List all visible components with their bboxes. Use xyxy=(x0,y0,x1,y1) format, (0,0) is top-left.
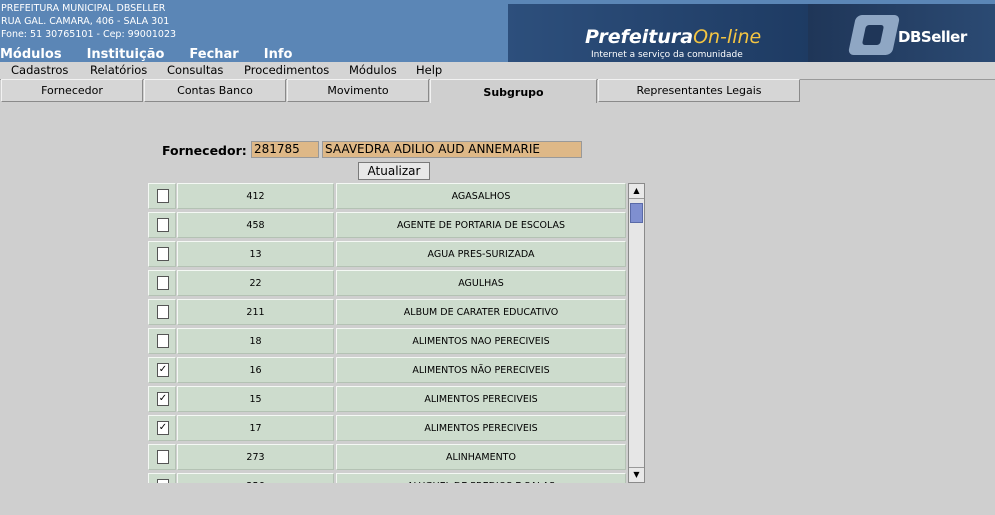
menu-modulos[interactable]: Módulos xyxy=(349,63,397,77)
menu-help[interactable]: Help xyxy=(416,63,442,77)
row-code: 256 xyxy=(177,473,334,483)
row-description: ALBUM DE CARATER EDUCATIVO xyxy=(336,299,626,325)
org-name: PREFEITURA MUNICIPAL DBSELLER xyxy=(1,3,166,14)
scroll-down-arrow-icon[interactable]: ▼ xyxy=(629,467,644,482)
top-menu-modulos[interactable]: Módulos xyxy=(0,47,62,62)
atualizar-button[interactable]: Atualizar xyxy=(358,162,430,180)
fornecedor-name-field[interactable]: SAAVEDRA ADILIO AUD ANNEMARIE xyxy=(322,141,582,158)
organization-info: PREFEITURA MUNICIPAL DBSELLER RUA GAL. C… xyxy=(1,2,176,41)
tab-fornecedor[interactable]: Fornecedor xyxy=(1,79,143,102)
logo-title-main: Prefeitura xyxy=(585,26,694,48)
logo-title-online: On-line xyxy=(693,26,762,48)
subgroup-list: 412 AGASALHOS 458 AGENTE DE PORTARIA DE … xyxy=(146,183,628,483)
list-scrollbar[interactable]: ▲ ▼ xyxy=(628,183,645,483)
fornecedor-code-field[interactable]: 281785 xyxy=(251,141,319,158)
list-item: 458 AGENTE DE PORTARIA DE ESCOLAS xyxy=(146,212,628,241)
logo-subtitle: Internet a serviço da comunidade xyxy=(591,50,743,60)
row-description: ALIMENTOS PERECIVEIS xyxy=(336,386,626,412)
list-item: 256 ALUGUEL DE PREDIOS E SALAS xyxy=(146,473,628,483)
tab-representantes-legais[interactable]: Representantes Legais xyxy=(598,79,800,102)
prefeitura-online-logo: PrefeituraOn-line Internet a serviço da … xyxy=(508,4,808,62)
fornecedor-label: Fornecedor: xyxy=(162,143,247,158)
row-checkbox[interactable]: ✓ xyxy=(157,363,169,377)
list-item: ✓ 15 ALIMENTOS PERECIVEIS xyxy=(146,386,628,415)
menu-bar: Cadastros Relatórios Consultas Procedime… xyxy=(0,62,995,80)
top-menu-instituicao[interactable]: Instituição xyxy=(87,47,165,62)
row-checkbox[interactable]: ✓ xyxy=(157,421,169,435)
list-item: 13 AGUA PRES-SURIZADA xyxy=(146,241,628,270)
list-item: 273 ALINHAMENTO xyxy=(146,444,628,473)
row-code: 22 xyxy=(177,270,334,296)
tab-contas-banco[interactable]: Contas Banco xyxy=(144,79,286,102)
menu-procedimentos[interactable]: Procedimentos xyxy=(244,63,329,77)
list-item: ✓ 16 ALIMENTOS NÃO PERECIVEIS xyxy=(146,357,628,386)
menu-relatorios[interactable]: Relatórios xyxy=(90,63,147,77)
row-checkbox[interactable] xyxy=(157,189,169,203)
row-description: ALIMENTOS NÃO PERECIVEIS xyxy=(336,357,626,383)
row-checkbox[interactable] xyxy=(157,218,169,232)
row-code: 15 xyxy=(177,386,334,412)
header-banner: PREFEITURA MUNICIPAL DBSELLER RUA GAL. C… xyxy=(0,0,995,62)
row-description: ALIMENTOS PERECIVEIS xyxy=(336,415,626,441)
row-description: ALUGUEL DE PREDIOS E SALAS xyxy=(336,473,626,483)
menu-consultas[interactable]: Consultas xyxy=(167,63,223,77)
list-item: 211 ALBUM DE CARATER EDUCATIVO xyxy=(146,299,628,328)
list-item: 22 AGULHAS xyxy=(146,270,628,299)
row-description: ALIMENTOS NAO PERECIVEIS xyxy=(336,328,626,354)
tab-subgrupo[interactable]: Subgrupo xyxy=(430,79,597,103)
top-menu-info[interactable]: Info xyxy=(264,47,293,62)
row-checkbox[interactable] xyxy=(157,450,169,464)
menu-cadastros[interactable]: Cadastros xyxy=(11,63,68,77)
row-code: 18 xyxy=(177,328,334,354)
row-code: 16 xyxy=(177,357,334,383)
scroll-up-arrow-icon[interactable]: ▲ xyxy=(629,184,644,199)
row-description: ALINHAMENTO xyxy=(336,444,626,470)
row-checkbox[interactable]: ✓ xyxy=(157,392,169,406)
row-code: 13 xyxy=(177,241,334,267)
row-code: 211 xyxy=(177,299,334,325)
row-checkbox[interactable] xyxy=(157,479,169,483)
row-code: 412 xyxy=(177,183,334,209)
row-description: AGUA PRES-SURIZADA xyxy=(336,241,626,267)
row-description: AGENTE DE PORTARIA DE ESCOLAS xyxy=(336,212,626,238)
org-contact: Fone: 51 30765101 - Cep: 99001023 xyxy=(1,29,177,40)
row-description: AGASALHOS xyxy=(336,183,626,209)
row-checkbox[interactable] xyxy=(157,276,169,290)
list-item: 18 ALIMENTOS NAO PERECIVEIS xyxy=(146,328,628,357)
dbseller-logo: DBSeller xyxy=(808,4,995,62)
scrollbar-thumb[interactable] xyxy=(630,203,643,223)
row-code: 458 xyxy=(177,212,334,238)
org-address: RUA GAL. CAMARA, 406 - SALA 301 xyxy=(1,16,170,27)
dbseller-logo-icon xyxy=(847,15,901,55)
dbseller-brand-text: DBSeller xyxy=(898,28,967,46)
row-code: 17 xyxy=(177,415,334,441)
list-item: ✓ 17 ALIMENTOS PERECIVEIS xyxy=(146,415,628,444)
row-code: 273 xyxy=(177,444,334,470)
top-menu: Módulos Instituição Fechar Info xyxy=(0,47,317,62)
list-item: 412 AGASALHOS xyxy=(146,183,628,212)
tab-movimento[interactable]: Movimento xyxy=(287,79,429,102)
row-checkbox[interactable] xyxy=(157,334,169,348)
row-checkbox[interactable] xyxy=(157,247,169,261)
top-menu-fechar[interactable]: Fechar xyxy=(189,47,238,62)
row-checkbox[interactable] xyxy=(157,305,169,319)
row-description: AGULHAS xyxy=(336,270,626,296)
